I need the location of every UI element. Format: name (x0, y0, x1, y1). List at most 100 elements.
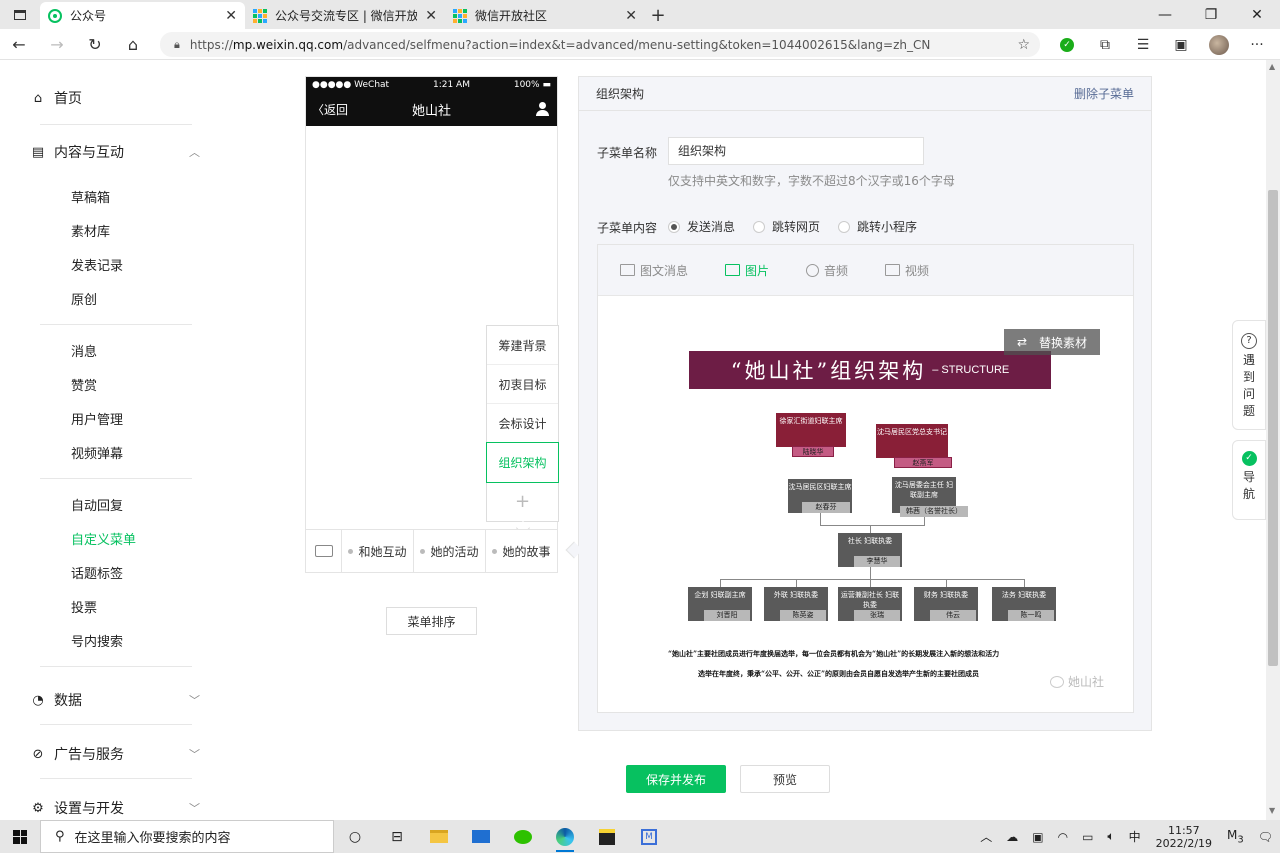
menu-item[interactable]: 她的故事 (486, 530, 557, 572)
help-float-button[interactable]: ? 遇 到 问 题 (1232, 320, 1266, 430)
security-tray-icon[interactable]: ▣ (1025, 830, 1050, 844)
nav-item-drafts[interactable]: 草稿箱 (71, 187, 110, 206)
nav-ads-group[interactable]: ⊘ 广告与服务 ﹀ (30, 742, 200, 766)
restore-icon[interactable]: ❐ (1188, 0, 1234, 29)
lock-icon[interactable]: 🔒︎ (174, 38, 180, 52)
submenu-list: 筹建背景 初衷目标 会标设计 组织架构 + (486, 325, 559, 522)
nav-item-topic-tags[interactable]: 话题标签 (71, 563, 123, 582)
page-scrollbar[interactable]: ▲ ▼ (1266, 60, 1280, 820)
nav-item-materials[interactable]: 素材库 (71, 221, 110, 240)
menu-item[interactable]: 她的活动 (414, 530, 486, 572)
nav-data-group[interactable]: ◔ 数据 ﹀ (30, 688, 200, 712)
back-icon[interactable]: ← (0, 29, 38, 60)
nav-item-user-management[interactable]: 用户管理 (71, 409, 123, 428)
nav-float-button[interactable]: ✓ 导 航 (1232, 440, 1266, 520)
show-hidden-icons-icon[interactable]: ︿ (973, 828, 999, 845)
tab-open-community[interactable]: 微信开放社区 ✕ (445, 2, 645, 29)
close-window-icon[interactable]: ✕ (1234, 0, 1280, 29)
menu-sort-button[interactable]: 菜单排序 (386, 607, 477, 635)
wechat-icon[interactable] (502, 820, 544, 853)
keyboard-icon[interactable] (306, 530, 342, 572)
tab-actions-icon[interactable] (0, 0, 40, 29)
nav-item-appreciation[interactable]: 赞赏 (71, 375, 97, 394)
nav-content-group[interactable]: ▤ 内容与互动 ︿ (30, 140, 200, 164)
nav-item-vote[interactable]: 投票 (71, 597, 97, 616)
close-tab-icon[interactable]: ✕ (625, 8, 637, 24)
nav-item-custom-menu[interactable]: 自定义菜单 (71, 529, 136, 548)
preview-button[interactable]: 预览 (740, 765, 830, 793)
battery-icon: ▬ (542, 80, 551, 90)
org-name-tag: 赵燕军 (894, 457, 952, 468)
add-favorite-icon[interactable]: ☆ (1017, 37, 1030, 53)
connector (870, 579, 871, 587)
network-tray-icon[interactable]: ☁ (999, 830, 1025, 844)
taskbar-search-input[interactable]: ⚲ 在这里输入你要搜索的内容 (40, 820, 334, 853)
nav-item-messages[interactable]: 消息 (71, 341, 97, 360)
wifi-icon[interactable]: ◠ (1051, 830, 1075, 844)
tab-article[interactable]: 图文消息 (620, 262, 688, 279)
editor-title: 组织架构 (596, 87, 645, 101)
close-tab-icon[interactable]: ✕ (225, 8, 237, 24)
tab-title: 公众号 (70, 9, 107, 23)
more-icon[interactable]: ··· (1238, 32, 1276, 57)
tab-audio[interactable]: 音频 (806, 262, 848, 279)
app-notification-icon[interactable]: M3 (1220, 828, 1251, 845)
profile-avatar[interactable] (1200, 32, 1238, 57)
submenu-item[interactable]: 会标设计 (487, 404, 558, 443)
submenu-name-input[interactable]: 组织架构 (668, 137, 924, 165)
submenu-item-selected[interactable]: 组织架构 (486, 442, 559, 483)
action-center-icon[interactable]: 🗨︎ (1251, 830, 1280, 844)
radio-jump-webpage[interactable]: 跳转网页 (753, 218, 820, 235)
nav-item-auto-reply[interactable]: 自动回复 (71, 495, 123, 514)
nav-home[interactable]: ⌂ 首页 (30, 86, 200, 110)
app-m-icon[interactable]: M (628, 820, 670, 853)
submenu-content-label: 子菜单内容 (597, 221, 658, 235)
scroll-down-icon[interactable]: ▼ (1269, 806, 1275, 815)
forward-icon[interactable]: → (38, 29, 76, 60)
delete-submenu-link[interactable]: 删除子菜单 (1074, 85, 1134, 102)
collections-icon[interactable]: ▣ (1162, 32, 1200, 57)
file-explorer-icon[interactable] (418, 820, 460, 853)
volume-icon[interactable]: 🔈︎ (1100, 829, 1121, 844)
radio-send-message[interactable]: 发送消息 (668, 218, 735, 235)
connector (946, 579, 947, 587)
nav-item-original[interactable]: 原创 (71, 289, 97, 308)
battery-tray-icon[interactable]: ▭ (1075, 830, 1100, 844)
minimize-icon[interactable]: — (1142, 0, 1188, 29)
content-type-tabs: 图文消息 图片 音频 视频 (598, 245, 1133, 296)
scroll-up-icon[interactable]: ▲ (1269, 62, 1275, 71)
add-submenu-button[interactable]: + (487, 482, 558, 521)
sticky-notes-icon[interactable] (586, 820, 628, 853)
tab-community-exchange[interactable]: 公众号交流专区 | 微信开放社区 ✕ (245, 2, 445, 29)
menu-item[interactable]: 和她互动 (342, 530, 414, 572)
tab-video[interactable]: 视频 (885, 262, 929, 279)
cortana-icon[interactable]: ○ (334, 820, 376, 853)
url-input[interactable]: 🔒︎ https://mp.weixin.qq.com/advanced/sel… (160, 32, 1040, 57)
org-name-tag: 韩茜（名誉社长） (900, 506, 968, 517)
tab-image[interactable]: 图片 (725, 262, 769, 279)
windows-start-icon[interactable] (0, 820, 40, 853)
nav-item-in-account-search[interactable]: 号内搜索 (71, 631, 123, 650)
ime-indicator[interactable]: 中 (1122, 828, 1148, 845)
nav-item-publish-records[interactable]: 发表记录 (71, 255, 123, 274)
home-icon[interactable]: ⌂ (114, 29, 152, 60)
tab-gongzhonghao[interactable]: 公众号 ✕ (40, 2, 245, 29)
submenu-item[interactable]: 初衷目标 (487, 365, 558, 404)
clock[interactable]: 11:57 2022/2/19 (1148, 824, 1220, 850)
wechat-extension-icon[interactable]: ✓ (1048, 32, 1086, 57)
nav-item-video-danmaku[interactable]: 视频弹幕 (71, 443, 123, 462)
refresh-icon[interactable]: ↻ (76, 29, 114, 60)
save-publish-button[interactable]: 保存并发布 (626, 765, 726, 793)
submenu-item[interactable]: 筹建背景 (487, 326, 558, 365)
new-tab-icon[interactable]: + (645, 2, 671, 29)
edge-icon[interactable] (544, 820, 586, 853)
nav-settings-group[interactable]: ⚙ 设置与开发 ﹀ (30, 796, 200, 820)
mail-icon[interactable] (460, 820, 502, 853)
favorites-icon[interactable]: ☰ (1124, 32, 1162, 57)
replace-material-button[interactable]: ⇄ 替换素材 (1004, 329, 1100, 355)
task-view-icon[interactable]: ⊟ (376, 820, 418, 853)
scrollbar-thumb[interactable] (1268, 190, 1278, 666)
radio-jump-miniprogram[interactable]: 跳转小程序 (838, 218, 917, 235)
close-tab-icon[interactable]: ✕ (425, 8, 437, 24)
extensions-icon[interactable]: ⧉ (1086, 32, 1124, 57)
